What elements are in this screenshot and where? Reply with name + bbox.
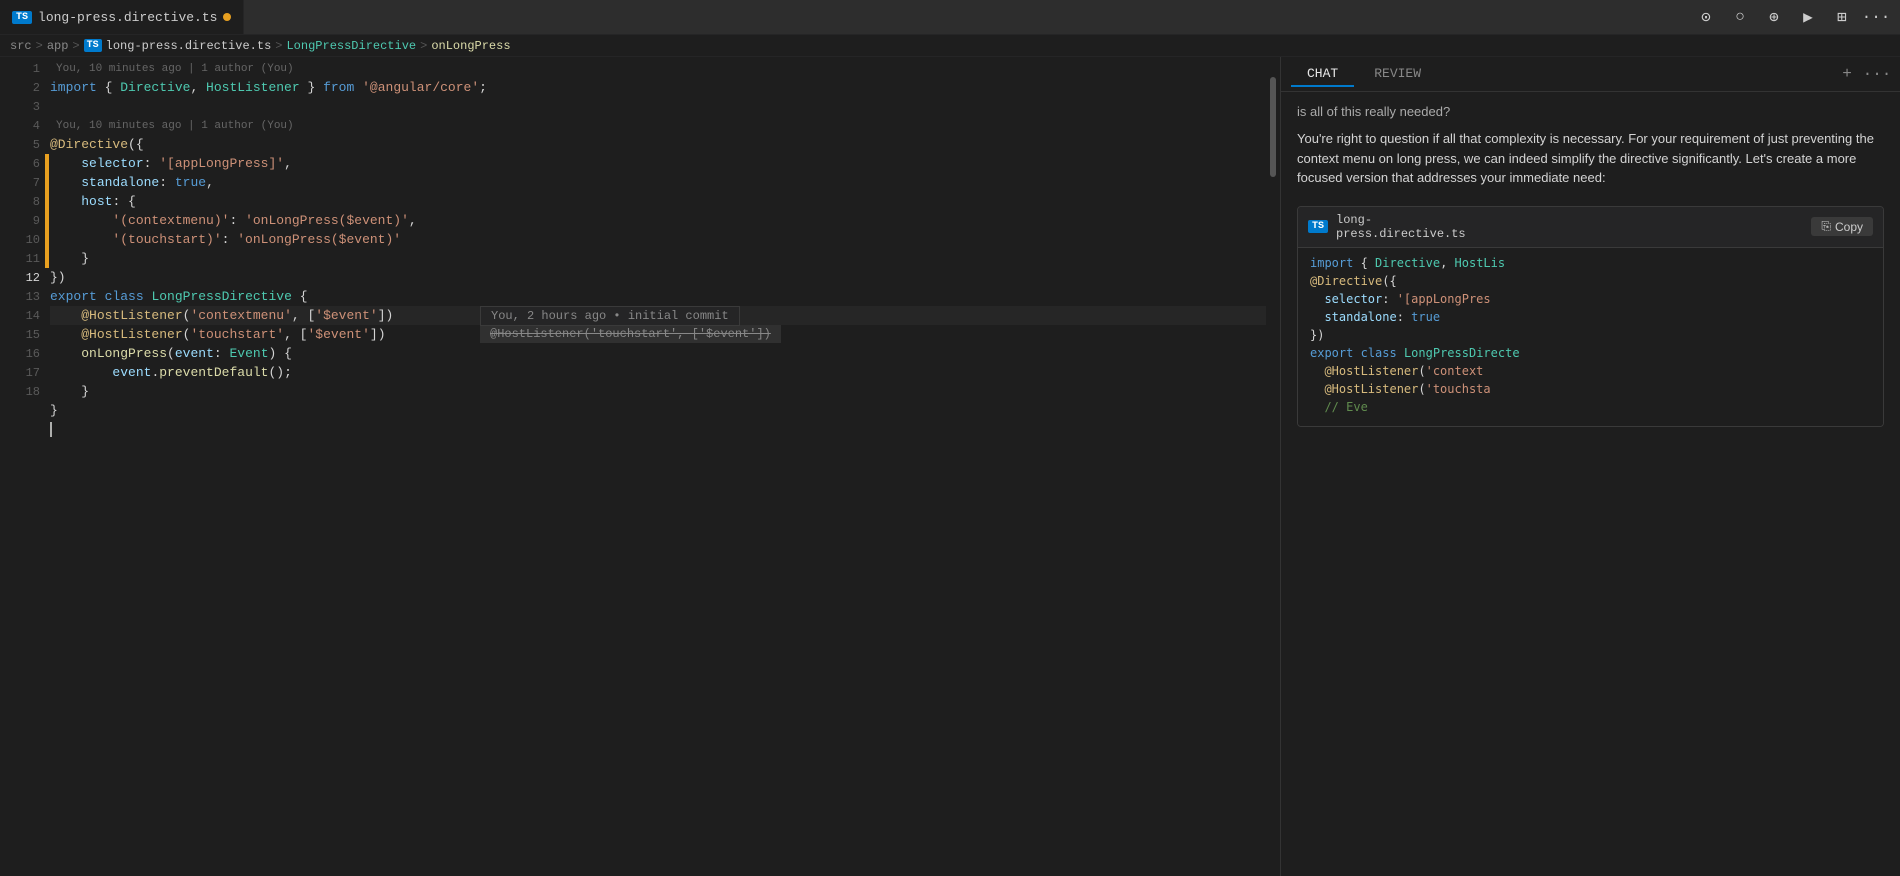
- more-icon[interactable]: ···: [1862, 3, 1890, 31]
- code-ref-line-5: }): [1310, 328, 1871, 346]
- ln-14: 14: [0, 306, 40, 325]
- code-line-17[interactable]: }: [50, 401, 1266, 420]
- breadcrumb-class[interactable]: LongPressDirective: [286, 39, 416, 53]
- breadcrumb-method[interactable]: onLongPress: [431, 39, 510, 53]
- run-icon[interactable]: ⊕: [1760, 3, 1788, 31]
- blame-line-3: You, 10 minutes ago | 1 author (You): [50, 116, 1266, 135]
- code-line-4[interactable]: selector: '[appLongPress]',: [50, 154, 1266, 173]
- copy-button[interactable]: ⎘ Copy: [1811, 217, 1873, 236]
- code-line-15[interactable]: event.preventDefault();: [50, 363, 1266, 382]
- tab-chat[interactable]: CHAT: [1291, 62, 1354, 87]
- ln-9: 9: [0, 211, 40, 230]
- sep4: >: [420, 39, 427, 53]
- main-content: 1 2 3 4 5 6 7 8 9 10 11 12 13 14 15 16 1…: [0, 57, 1900, 876]
- ln-10: 10: [0, 230, 40, 249]
- code-line-18[interactable]: [50, 420, 1266, 439]
- ln-13: 13: [0, 287, 40, 306]
- right-panel-tabs: CHAT REVIEW + ···: [1281, 57, 1900, 92]
- ln-5: 5: [0, 135, 40, 154]
- search-icon[interactable]: ⊙: [1692, 3, 1720, 31]
- code-line-5[interactable]: standalone: true,: [50, 173, 1266, 192]
- breadcrumb-app[interactable]: app: [47, 39, 69, 53]
- git-icon[interactable]: ○: [1726, 3, 1754, 31]
- editor[interactable]: 1 2 3 4 5 6 7 8 9 10 11 12 13 14 15 16 1…: [0, 57, 1280, 876]
- code-line-2[interactable]: [50, 97, 1266, 116]
- sep3: >: [275, 39, 282, 53]
- code-ref-line-1: import { Directive, HostLis: [1310, 256, 1871, 274]
- split-icon[interactable]: ⊞: [1828, 3, 1856, 31]
- ln-17: 17: [0, 363, 40, 382]
- code-line-1[interactable]: import { Directive, HostListener } from …: [50, 78, 1266, 97]
- code-line-3[interactable]: @Directive({: [50, 135, 1266, 154]
- tab-bar: TS long-press.directive.ts ⊙ ○ ⊕ ▶ ⊞ ···: [0, 0, 1900, 35]
- modified-dot: [223, 13, 231, 21]
- ts-badge: TS: [12, 11, 32, 24]
- code-line-12[interactable]: @HostListener('contextmenu', ['$event'])…: [50, 306, 1266, 325]
- breadcrumb-src[interactable]: src: [10, 39, 32, 53]
- code-ref-line-4: standalone: true: [1310, 310, 1871, 328]
- ln-11: 11: [0, 249, 40, 268]
- chat-question: is all of this really needed?: [1297, 104, 1884, 119]
- code-ref-ts-badge: TS: [1308, 220, 1328, 233]
- right-panel: CHAT REVIEW + ··· is all of this really …: [1280, 57, 1900, 876]
- tab-review[interactable]: REVIEW: [1358, 62, 1437, 87]
- toolbar-icons: ⊙ ○ ⊕ ▶ ⊞ ···: [1692, 3, 1890, 31]
- code-line-13[interactable]: @HostListener('touchstart', ['$event']) …: [50, 325, 1266, 344]
- code-ref-filename: long-press.directive.ts: [1336, 213, 1466, 241]
- ln-1: 1: [0, 59, 40, 78]
- code-ref-header: TS long-press.directive.ts ⎘ Copy: [1298, 207, 1883, 248]
- chat-content: is all of this really needed? You're rig…: [1281, 92, 1900, 876]
- inline-tooltip: You, 2 hours ago • initial commit: [480, 306, 740, 326]
- strikethrough-tooltip: @HostListener('touchstart', ['$event']): [480, 325, 781, 343]
- tab-filename: long-press.directive.ts: [38, 10, 217, 25]
- add-panel-icon[interactable]: +: [1834, 61, 1860, 87]
- code-line-9[interactable]: }: [50, 249, 1266, 268]
- file-tab[interactable]: TS long-press.directive.ts: [0, 0, 244, 34]
- text-cursor: [50, 422, 52, 437]
- code-line-11[interactable]: export class LongPressDirective {: [50, 287, 1266, 306]
- code-ref-line-8: @HostListener('touchsta: [1310, 382, 1871, 400]
- code-line-7[interactable]: '(contextmenu)': 'onLongPress($event)',: [50, 211, 1266, 230]
- play-icon[interactable]: ▶: [1794, 3, 1822, 31]
- ln-8: 8: [0, 192, 40, 211]
- breadcrumb-file[interactable]: long-press.directive.ts: [106, 39, 272, 53]
- ln-18: 18: [0, 382, 40, 401]
- editor-scrollbar[interactable]: [1266, 57, 1280, 876]
- ln-3: 3: [0, 97, 40, 116]
- code-ref-body: import { Directive, HostLis @Directive({…: [1298, 248, 1883, 426]
- scrollbar-thumb[interactable]: [1270, 77, 1276, 177]
- copy-icon: ⎘: [1821, 219, 1831, 234]
- ln-12: 12: [0, 268, 40, 287]
- ln-2: 2: [0, 78, 40, 97]
- code-ref-line-9: // Eve: [1310, 400, 1871, 418]
- ln-7: 7: [0, 173, 40, 192]
- code-lines[interactable]: You, 10 minutes ago | 1 author (You) imp…: [50, 57, 1266, 876]
- sep2: >: [72, 39, 79, 53]
- more-panel-icon[interactable]: ···: [1864, 61, 1890, 87]
- blame-line-1: You, 10 minutes ago | 1 author (You): [50, 59, 1266, 78]
- code-ref-line-2: @Directive({: [1310, 274, 1871, 292]
- breadcrumb-ts-badge: TS: [84, 39, 102, 52]
- chat-answer: You're right to question if all that com…: [1297, 129, 1884, 188]
- code-line-8[interactable]: '(touchstart)': 'onLongPress($event)': [50, 230, 1266, 249]
- line-numbers: 1 2 3 4 5 6 7 8 9 10 11 12 13 14 15 16 1…: [0, 57, 50, 876]
- code-line-14[interactable]: onLongPress(event: Event) {: [50, 344, 1266, 363]
- ln-4: 4: [0, 116, 40, 135]
- sep1: >: [36, 39, 43, 53]
- code-ref-line-6: export class LongPressDirecte: [1310, 346, 1871, 364]
- breadcrumb: src > app > TS long-press.directive.ts >…: [0, 35, 1900, 57]
- code-line-16[interactable]: }: [50, 382, 1266, 401]
- code-ref-line-3: selector: '[appLongPres: [1310, 292, 1871, 310]
- code-container[interactable]: 1 2 3 4 5 6 7 8 9 10 11 12 13 14 15 16 1…: [0, 57, 1280, 876]
- ln-16: 16: [0, 344, 40, 363]
- code-line-10[interactable]: }): [50, 268, 1266, 287]
- code-ref-block: TS long-press.directive.ts ⎘ Copy import…: [1297, 206, 1884, 427]
- ln-6: 6: [0, 154, 40, 173]
- ln-15: 15: [0, 325, 40, 344]
- code-ref-line-7: @HostListener('context: [1310, 364, 1871, 382]
- code-line-6[interactable]: host: {: [50, 192, 1266, 211]
